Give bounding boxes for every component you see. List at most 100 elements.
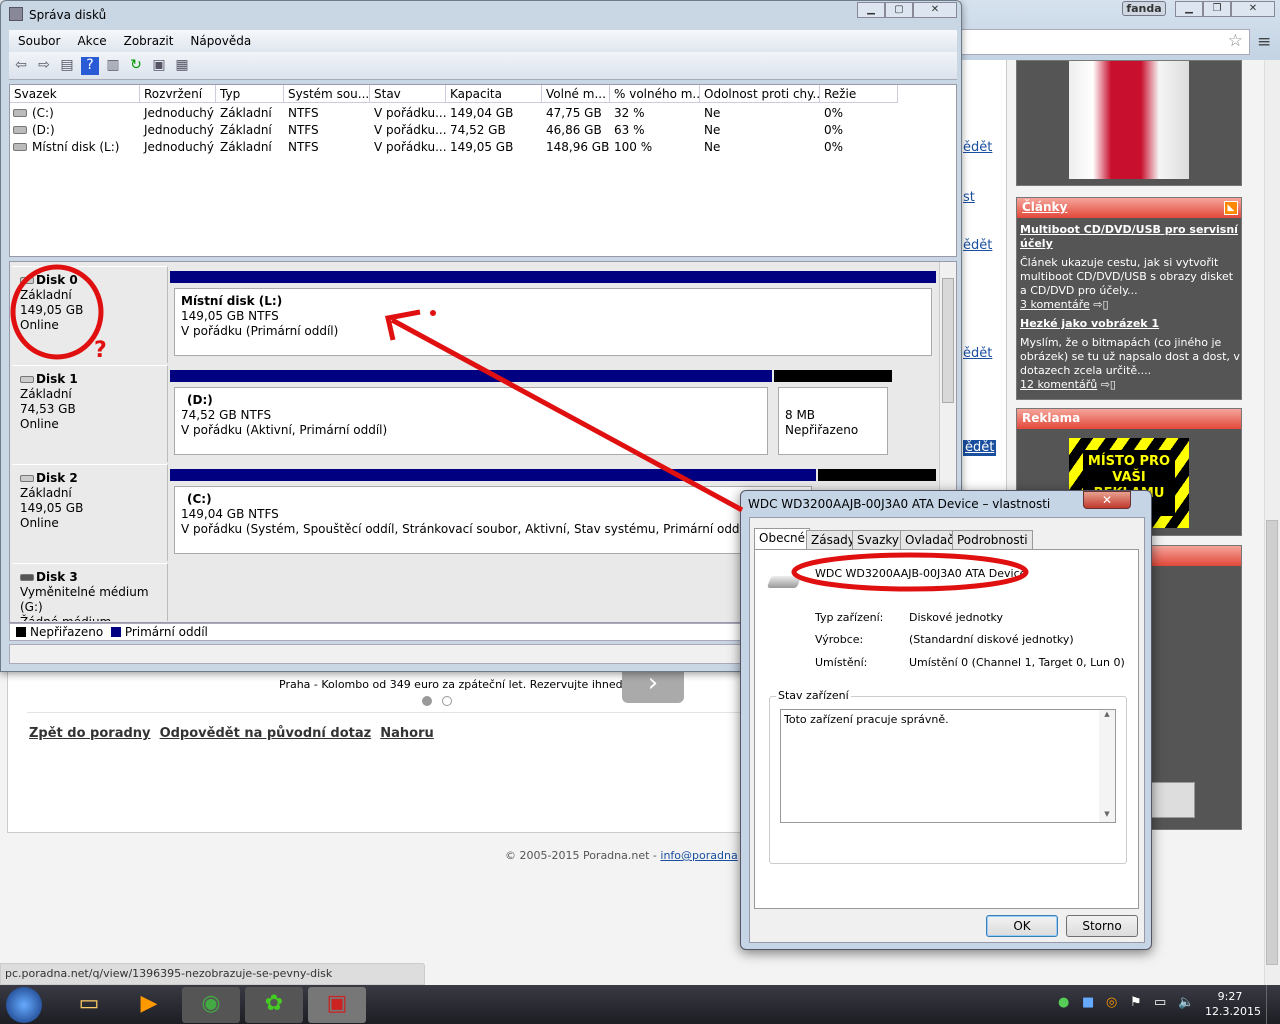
window-title: Správa disků <box>29 8 107 22</box>
top-link[interactable]: Nahoru <box>380 726 434 741</box>
settings-icon[interactable]: ▦ <box>173 57 191 75</box>
graph-scroll-thumb[interactable] <box>942 278 954 403</box>
status-text: Toto zařízení pracuje správně. <box>784 713 949 726</box>
menu-soubor[interactable]: Soubor <box>9 30 68 48</box>
network-icon[interactable]: ▭ <box>1154 995 1166 1010</box>
action-pane-icon[interactable]: ▥ <box>104 57 122 75</box>
articles-heading[interactable]: Články <box>1022 200 1067 214</box>
profile-button[interactable]: fanda <box>1122 1 1166 16</box>
clock-time: 9:27 <box>1217 990 1243 1003</box>
article-link[interactable]: Hezké jako vobrázek 1 <box>1020 317 1240 331</box>
scrollbar-thumb[interactable] <box>1266 520 1278 965</box>
volume-row[interactable]: (C:) Jednoduchý Základní NTFS V pořádku.… <box>10 105 956 122</box>
status-textarea[interactable]: Toto zařízení pracuje správně. ▲ ▼ <box>780 709 1116 823</box>
menu-zobrazit[interactable]: Zobrazit <box>115 30 182 48</box>
start-button[interactable] <box>6 987 42 1023</box>
column-header[interactable]: Stav <box>370 85 446 103</box>
unallocated-space[interactable]: 8 MB Nepřiřazeno <box>778 387 888 455</box>
disk-label-2[interactable]: Disk 2 Základní 149,05 GB Online <box>12 464 168 561</box>
column-header[interactable]: Typ <box>216 85 284 103</box>
minimize-button[interactable]: ▁ <box>1175 1 1203 17</box>
partition-l[interactable]: Místní disk (L:) 149,05 GB NTFS V pořádk… <box>174 288 932 356</box>
volume-icon[interactable]: 🔈 <box>1178 995 1194 1010</box>
partial-link-selected[interactable]: ědět <box>963 440 997 456</box>
comments-link[interactable]: 3 komentáře <box>1020 298 1090 311</box>
menu-icon[interactable]: ≡ <box>1257 32 1271 52</box>
carousel-dot[interactable] <box>442 696 452 706</box>
column-header[interactable]: Odolnost proti chy... <box>700 85 820 103</box>
maximize-button[interactable]: ▢ <box>885 2 913 18</box>
help-icon[interactable]: ? <box>81 57 99 75</box>
volume-cell: 46,86 GB <box>546 123 602 137</box>
back-link[interactable]: Zpět do poradny <box>29 726 151 741</box>
reply-link[interactable]: Odpovědět na původní dotaz <box>160 726 372 741</box>
icq-icon[interactable]: ✿ <box>245 987 303 1023</box>
media-player-icon[interactable]: ▶ <box>120 987 178 1023</box>
explorer-icon[interactable]: ▭ <box>60 987 118 1023</box>
column-header[interactable]: Rozvržení <box>140 85 216 103</box>
partial-link[interactable]: st <box>963 190 975 206</box>
disk-management-taskbar-icon[interactable]: ▣ <box>308 987 366 1023</box>
show-desktop-button[interactable] <box>1266 985 1280 1024</box>
sidebar-button[interactable] <box>1149 782 1195 818</box>
console-tree-icon[interactable]: ▤ <box>58 57 76 75</box>
partition-c[interactable]: (C:) 149,04 GB NTFS V pořádku (Systém, S… <box>174 486 812 554</box>
menu-akce[interactable]: Akce <box>68 30 114 48</box>
clock[interactable]: 9:27 12.3.2015 <box>1205 989 1261 1019</box>
tab-svazky[interactable]: Svazky <box>852 530 904 549</box>
disk-size: 149,05 GB <box>20 303 84 317</box>
close-button[interactable]: ✕ <box>913 2 957 18</box>
ad-text[interactable]: Praha - Kolombo od 349 euro za zpáteční … <box>279 678 626 691</box>
action-center-flag-icon[interactable]: ⚑ <box>1130 995 1142 1010</box>
prop-value: (Standardní diskové jednotky) <box>909 633 1074 646</box>
menu-napoveda[interactable]: Nápověda <box>181 30 259 48</box>
minimize-button[interactable]: ▁ <box>857 2 885 18</box>
volume-row[interactable]: (D:) Jednoduchý Základní NTFS V pořádku.… <box>10 122 956 139</box>
partial-link[interactable]: ědět <box>963 346 992 362</box>
tab-obecne[interactable]: Obecné <box>754 528 811 550</box>
partition-status: V pořádku (Aktivní, Primární oddíl) <box>181 423 388 437</box>
volume-cell: Jednoduchý <box>144 140 215 154</box>
partial-link[interactable]: ědět <box>963 238 992 254</box>
rss-icon[interactable]: ◣ <box>1224 201 1238 215</box>
refresh-icon[interactable]: ↻ <box>127 57 145 75</box>
tab-podrobnosti[interactable]: Podrobnosti <box>952 530 1033 549</box>
volume-cell: NTFS <box>288 106 319 120</box>
textarea-scrollbar[interactable]: ▲ ▼ <box>1099 710 1115 822</box>
disk-state: Online <box>20 417 59 431</box>
address-bar[interactable]: ☆ <box>960 29 1250 55</box>
tray-icon[interactable]: ■ <box>1082 995 1094 1010</box>
maximize-button[interactable]: ❐ <box>1203 1 1231 17</box>
partial-link[interactable]: ědět <box>963 140 992 156</box>
article-link[interactable]: Multiboot CD/DVD/USB pro servisní účely <box>1020 223 1240 251</box>
dialog-close-button[interactable]: ✕ <box>1083 491 1131 509</box>
close-button[interactable]: ✕ <box>1231 1 1275 17</box>
column-header[interactable]: Volné m... <box>542 85 610 103</box>
footer-email-link[interactable]: info@poradna <box>660 849 737 862</box>
disk-label-3[interactable]: Disk 3 Vyměnitelné médium (G:) Žádné méd… <box>12 563 168 621</box>
disk-name: Disk 2 <box>36 471 78 485</box>
ok-button[interactable]: OK <box>986 915 1058 937</box>
tab-ovladac[interactable]: Ovladač <box>900 530 959 549</box>
bookmark-star-icon[interactable]: ☆ <box>1228 31 1243 51</box>
disk-label-0[interactable]: Disk 0 Základní 149,05 GB Online <box>12 266 168 363</box>
tray-icon[interactable]: ◎ <box>1106 995 1117 1010</box>
disk-label-1[interactable]: Disk 1 Základní 74,53 GB Online <box>12 365 168 462</box>
tray-icon[interactable]: ● <box>1058 995 1069 1010</box>
column-header[interactable]: Svazek <box>10 85 140 103</box>
volume-row[interactable]: Místní disk (L:) Jednoduchý Základní NTF… <box>10 139 956 156</box>
carousel-dot-active[interactable] <box>422 696 432 706</box>
back-icon[interactable]: ⇦ <box>12 57 30 75</box>
column-header[interactable]: Kapacita <box>446 85 542 103</box>
partition-d[interactable]: (D:) 74,52 GB NTFS V pořádku (Aktivní, P… <box>174 387 768 455</box>
comments-link[interactable]: 12 komentářů <box>1020 378 1097 391</box>
cancel-button[interactable]: Storno <box>1066 915 1138 937</box>
column-header[interactable]: Režie <box>820 85 898 103</box>
clock-date: 12.3.2015 <box>1205 1005 1261 1018</box>
forward-icon[interactable]: ⇨ <box>35 57 53 75</box>
column-header[interactable]: % volného m... <box>610 85 700 103</box>
device-name: WDC WD3200AAJB-00J3A0 ATA Device <box>815 567 1027 580</box>
properties-icon[interactable]: ▣ <box>150 57 168 75</box>
column-header[interactable]: Systém sou... <box>284 85 370 103</box>
chrome-icon[interactable]: ◉ <box>182 987 240 1023</box>
